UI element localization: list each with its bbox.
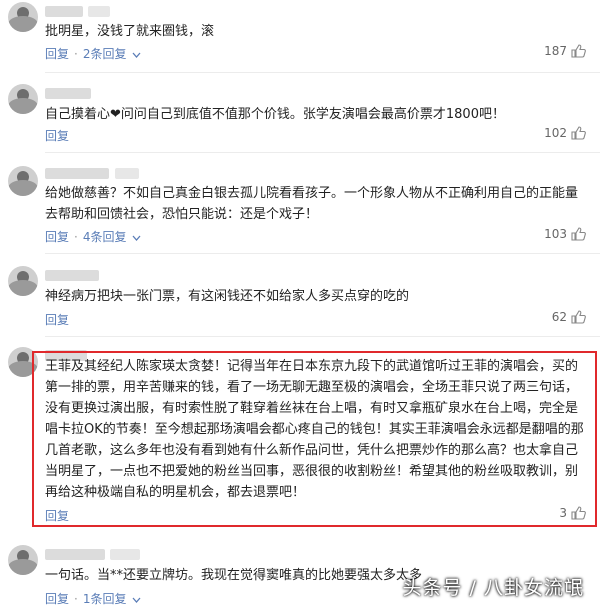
username-blurred[interactable] (45, 549, 105, 560)
thumbs-up-icon[interactable] (571, 227, 586, 241)
like-count: 62 (551, 310, 567, 324)
like-count: 102 (544, 126, 567, 140)
view-replies-link[interactable]: 1条回复 (83, 592, 127, 606)
chevron-down-icon[interactable] (132, 52, 141, 58)
avatar[interactable] (8, 2, 38, 32)
like-count: 187 (544, 44, 567, 58)
comment-meta: 回复 (45, 127, 69, 144)
reply-button[interactable]: 回复 (45, 129, 69, 143)
reply-button[interactable]: 回复 (45, 592, 69, 606)
divider (45, 336, 600, 337)
divider (45, 72, 600, 73)
like-control[interactable]: 62 (552, 310, 586, 324)
comment-text: 神经病万把块一张门票，有这闲钱还不如给家人多买点穿的吃的 (45, 289, 410, 304)
comment-text: 自己摸着心❤问问自己到底值不值那个价钱。张学友演唱会最高价票才1800吧！ (45, 107, 505, 122)
chevron-down-icon[interactable] (132, 597, 141, 603)
username-blurred[interactable] (45, 168, 109, 179)
watermark: 头条号 / 八卦女流氓 (402, 577, 584, 599)
comment-meta: 回复 (45, 311, 69, 328)
thumbs-up-icon[interactable] (571, 310, 586, 324)
reply-button[interactable]: 回复 (45, 313, 69, 327)
like-control[interactable]: 103 (544, 227, 586, 241)
avatar[interactable] (8, 166, 38, 196)
comment-meta: 回复 · 2条回复 (45, 45, 141, 62)
comment-text: 给她做慈善？不如自己真金白银去孤儿院看看孩子。一个形象人物从不正确利用自己的正能… (45, 186, 579, 222)
highlight-box (32, 351, 597, 527)
comment-text: 批明星，没钱了就来圈钱，滚 (45, 24, 215, 39)
like-control[interactable]: 102 (544, 126, 586, 140)
avatar[interactable] (8, 545, 38, 575)
reply-button[interactable]: 回复 (45, 47, 69, 61)
thumbs-up-icon[interactable] (571, 126, 586, 140)
avatar[interactable] (8, 84, 38, 114)
view-replies-link[interactable]: 2条回复 (83, 47, 127, 61)
username-blurred[interactable] (45, 270, 99, 281)
comment-meta: 回复 · 1条回复 (45, 590, 141, 607)
chevron-down-icon[interactable] (132, 235, 141, 241)
username-blurred[interactable] (45, 88, 91, 99)
like-control[interactable]: 187 (544, 44, 586, 58)
view-replies-link[interactable]: 4条回复 (83, 230, 127, 244)
like-count: 103 (544, 227, 567, 241)
divider (45, 152, 600, 153)
thumbs-up-icon[interactable] (571, 44, 586, 58)
username-blurred[interactable] (45, 6, 83, 17)
divider (45, 253, 600, 254)
avatar[interactable] (8, 266, 38, 296)
reply-button[interactable]: 回复 (45, 230, 69, 244)
comment-meta: 回复 · 4条回复 (45, 228, 141, 245)
